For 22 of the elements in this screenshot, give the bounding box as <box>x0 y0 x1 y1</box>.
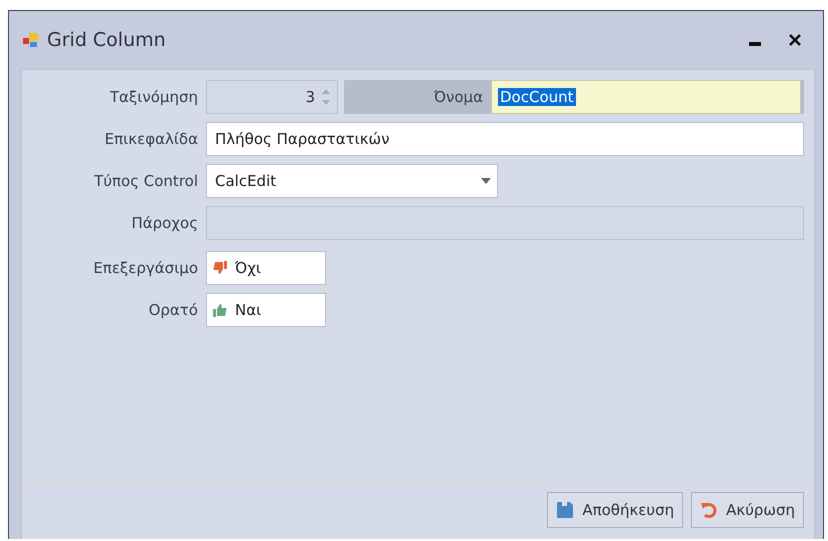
undo-icon <box>700 501 718 519</box>
name-field[interactable]: DocCount <box>491 80 801 114</box>
close-icon <box>788 33 802 47</box>
field-label: Τύπος Control <box>93 172 199 190</box>
field-label: Πάροχος <box>130 214 199 232</box>
field-label: Ορατό <box>148 301 199 319</box>
app-icon <box>23 32 39 48</box>
toggle-field[interactable]: Όχι <box>206 251 326 285</box>
window-title: Grid Column <box>47 29 167 51</box>
field-label: Επικεφαλίδα <box>104 130 199 148</box>
dropdown-field[interactable]: CalcEdit <box>206 164 498 198</box>
field-label: Όνομα <box>432 88 484 106</box>
caret-icon <box>481 178 491 184</box>
field-label: Ταξινόμηση <box>108 88 199 106</box>
field-label: Επεξεργάσιμο <box>92 259 199 277</box>
toggle-field[interactable]: Ναι <box>206 293 326 327</box>
text-field[interactable]: Πλήθος Παραστατικών <box>206 122 804 156</box>
minimize-icon <box>749 42 761 46</box>
thumbs-down-icon <box>213 261 227 275</box>
save-button[interactable]: Αποθήκευση <box>547 492 684 528</box>
cancel-button[interactable]: Ακύρωση <box>691 492 804 528</box>
thumbs-up-icon <box>213 303 227 317</box>
